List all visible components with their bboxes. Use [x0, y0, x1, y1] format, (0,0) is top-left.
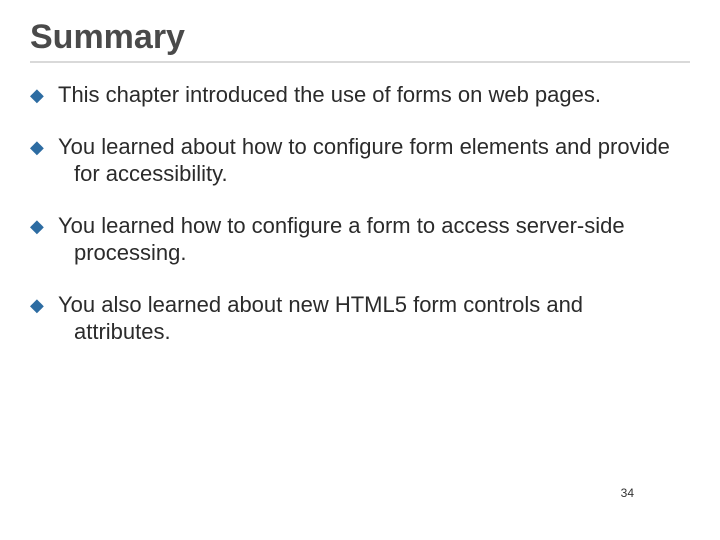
- list-item-text: You learned how to configure a form to a…: [58, 213, 625, 266]
- bullet-list: ◆This chapter introduced the use of form…: [30, 81, 690, 346]
- list-item: ◆This chapter introduced the use of form…: [52, 81, 682, 109]
- list-item: ◆You learned how to configure a form to …: [52, 212, 682, 267]
- slide: Summary ◆This chapter introduced the use…: [0, 0, 720, 346]
- list-item-text: This chapter introduced the use of forms…: [58, 82, 601, 107]
- page-number: 34: [621, 486, 634, 500]
- list-item-text: You learned about how to configure form …: [58, 134, 670, 187]
- list-item: ◆You also learned about new HTML5 form c…: [52, 291, 682, 346]
- slide-title: Summary: [30, 18, 690, 57]
- list-item: ◆You learned about how to configure form…: [52, 133, 682, 188]
- list-item-text: You also learned about new HTML5 form co…: [58, 292, 583, 345]
- title-divider: [30, 61, 690, 63]
